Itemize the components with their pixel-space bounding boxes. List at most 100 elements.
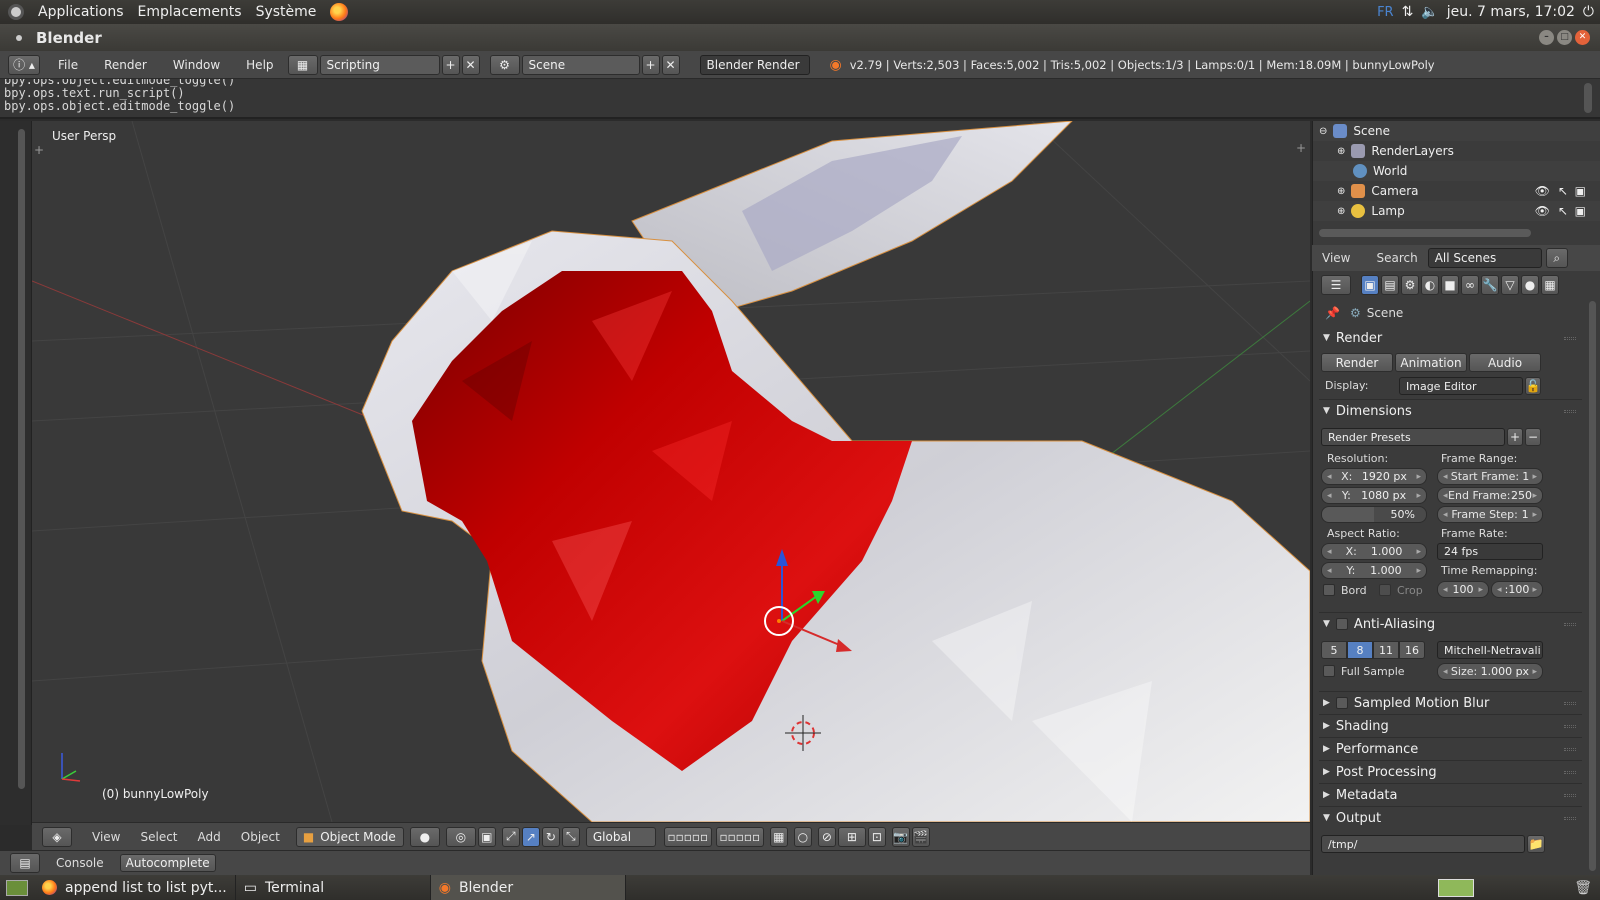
panel-grip-icon[interactable] bbox=[1564, 337, 1576, 340]
render-tab-icon[interactable]: ▣ bbox=[1361, 275, 1379, 295]
menu-help[interactable]: Help bbox=[246, 58, 273, 72]
lock-interface-icon[interactable]: 🔓 bbox=[1525, 377, 1541, 395]
editor-type-properties-icon[interactable]: ☰ bbox=[1321, 275, 1351, 295]
snap-element-icon[interactable]: ⊞ bbox=[837, 826, 866, 847]
editor-type-console-icon[interactable]: ▤ bbox=[10, 853, 40, 873]
outliner-item-renderlayers[interactable]: ⊕ RenderLayers bbox=[1313, 141, 1600, 161]
info-log[interactable]: bpy.ops.object.editmode_toggle() bpy.ops… bbox=[0, 79, 1600, 119]
aspect-y-field[interactable]: ◂ Y: 1.000 ▸ bbox=[1321, 562, 1427, 579]
texture-tab-icon[interactable]: ▦ bbox=[1541, 275, 1559, 295]
add-scene-button[interactable]: + bbox=[641, 54, 660, 75]
visibility-eye-icon[interactable]: 👁 bbox=[1535, 184, 1550, 198]
outliner-item-camera[interactable]: ⊕ Camera 👁 ↖ ▣ bbox=[1313, 181, 1600, 201]
renderable-icon[interactable]: ▣ bbox=[1575, 184, 1586, 198]
limit-selection-icon[interactable]: ▣ bbox=[477, 826, 496, 847]
panel-performance-header[interactable]: ▶ Performance bbox=[1313, 738, 1600, 760]
renderlayers-tab-icon[interactable]: ▤ bbox=[1381, 275, 1399, 295]
power-icon[interactable]: ⏻ bbox=[1583, 4, 1594, 20]
delete-screen-button[interactable]: ✕ bbox=[461, 54, 480, 75]
panel-render-header[interactable]: ▼ Render bbox=[1313, 327, 1600, 349]
viewport-canvas[interactable] bbox=[32, 121, 1310, 822]
panel-metadata-header[interactable]: ▶ Metadata bbox=[1313, 784, 1600, 806]
keyboard-layout[interactable]: FR bbox=[1377, 5, 1394, 20]
properties-scrollbar[interactable] bbox=[1589, 301, 1596, 871]
show-desktop-icon[interactable] bbox=[6, 879, 28, 896]
panel-dimensions-header[interactable]: ▼ Dimensions bbox=[1313, 400, 1600, 422]
constraints-tab-icon[interactable]: ∞ bbox=[1461, 275, 1479, 295]
time-remap-new-field[interactable]: ◂:100 ▸ bbox=[1491, 581, 1543, 598]
outliner-item-lamp[interactable]: ⊕ Lamp 👁 ↖ ▣ bbox=[1313, 201, 1600, 221]
firefox-launcher-icon[interactable] bbox=[330, 3, 349, 21]
outliner-menu-search[interactable]: Search bbox=[1376, 251, 1417, 265]
menu-file[interactable]: File bbox=[58, 58, 78, 72]
expand-icon[interactable]: ⊕ bbox=[1337, 146, 1345, 157]
mode-select[interactable]: ■ Object Mode bbox=[295, 826, 404, 847]
vp-menu-add[interactable]: Add bbox=[198, 830, 221, 844]
outliner-item-world[interactable]: World bbox=[1313, 161, 1600, 181]
frame-step-field[interactable]: ◂ Frame Step: 1 ▸ bbox=[1437, 506, 1543, 523]
data-tab-icon[interactable]: ▽ bbox=[1501, 275, 1519, 295]
time-remap-old-field[interactable]: ◂ 100 ▸ bbox=[1437, 581, 1489, 598]
snap-toggle-icon[interactable]: ⊘ bbox=[817, 826, 836, 847]
select-arrow-icon[interactable]: ↖ bbox=[1558, 184, 1568, 198]
layers-group-2[interactable]: ▫▫▫▫▫ bbox=[715, 826, 764, 847]
panel-grip-icon[interactable] bbox=[1564, 702, 1576, 705]
close-button[interactable]: ✕ bbox=[1575, 30, 1590, 45]
scene-field[interactable]: Scene bbox=[521, 54, 640, 75]
object-tab-icon[interactable]: ■ bbox=[1441, 275, 1459, 295]
rotate-manipulator-icon[interactable]: ↻ bbox=[541, 826, 560, 847]
vp-menu-object[interactable]: Object bbox=[241, 830, 280, 844]
maximize-button[interactable]: □ bbox=[1557, 30, 1572, 45]
render-anim-icon[interactable]: 🎬 bbox=[911, 826, 930, 847]
trash-icon[interactable]: 🗑 bbox=[1574, 880, 1592, 896]
panel-output-header[interactable]: ▼ Output bbox=[1313, 807, 1600, 829]
delete-scene-button[interactable]: ✕ bbox=[661, 54, 680, 75]
workspace-switcher[interactable] bbox=[1438, 878, 1474, 897]
outliner-menu-view[interactable]: View bbox=[1322, 251, 1350, 265]
select-arrow-icon[interactable]: ↖ bbox=[1558, 204, 1568, 218]
start-frame-field[interactable]: ◂ Start Frame: 1 ▸ bbox=[1437, 468, 1543, 485]
outliner-hscrollbar[interactable] bbox=[1319, 229, 1531, 237]
end-frame-field[interactable]: ◂ End Frame: 250 ▸ bbox=[1437, 487, 1543, 504]
motion-blur-checkbox[interactable] bbox=[1335, 697, 1348, 709]
aa-filter-select[interactable]: Mitchell-Netravali bbox=[1437, 641, 1543, 659]
output-path-field[interactable]: /tmp/ bbox=[1321, 835, 1525, 853]
manipulator-toggle-icon[interactable]: ⤢ bbox=[501, 826, 520, 847]
modifiers-tab-icon[interactable]: 🔧 bbox=[1481, 275, 1499, 295]
resolution-y-field[interactable]: ◂ Y: 1080 px ▸ bbox=[1321, 487, 1427, 504]
pivot-point-select[interactable]: ◎ bbox=[445, 826, 476, 847]
panel-grip-icon[interactable] bbox=[1564, 794, 1576, 797]
editor-type-3dview-icon[interactable]: ◈ bbox=[42, 826, 72, 847]
add-screen-button[interactable]: + bbox=[441, 54, 460, 75]
aa-sample-16-button[interactable]: 16 bbox=[1399, 641, 1425, 659]
frame-rate-select[interactable]: 24 fps bbox=[1437, 543, 1543, 560]
crop-checkbox[interactable] bbox=[1379, 584, 1391, 596]
volume-icon[interactable]: 🔈 bbox=[1421, 4, 1438, 20]
os-logo-icon[interactable] bbox=[8, 4, 24, 20]
panel-shading-header[interactable]: ▶ Shading bbox=[1313, 715, 1600, 737]
visibility-eye-icon[interactable]: 👁 bbox=[1535, 204, 1550, 218]
os-menu-places[interactable]: Emplacements bbox=[138, 4, 242, 20]
render-button[interactable]: Render bbox=[1321, 353, 1393, 372]
viewport-shading-select[interactable]: ● bbox=[409, 826, 440, 847]
menu-render[interactable]: Render bbox=[104, 58, 147, 72]
material-tab-icon[interactable]: ● bbox=[1521, 275, 1539, 295]
expand-icon[interactable]: ⊕ bbox=[1337, 206, 1345, 217]
aa-sample-8-button[interactable]: 8 bbox=[1347, 641, 1373, 659]
outliner-display-mode-select[interactable]: All Scenes bbox=[1427, 248, 1542, 268]
panel-grip-icon[interactable] bbox=[1564, 771, 1576, 774]
resolution-percentage-slider[interactable]: 50% bbox=[1321, 506, 1427, 523]
full-sample-checkbox[interactable] bbox=[1323, 665, 1335, 677]
renderable-icon[interactable]: ▣ bbox=[1575, 204, 1586, 218]
panel-grip-icon[interactable] bbox=[1564, 725, 1576, 728]
render-engine-select[interactable]: Blender Render bbox=[699, 54, 810, 75]
render-still-icon[interactable]: 📷 bbox=[891, 826, 910, 847]
collapse-icon[interactable]: ⊖ bbox=[1319, 126, 1327, 137]
clock[interactable]: jeu. 7 mars, 17:02 bbox=[1447, 4, 1575, 20]
snap-target-icon[interactable]: ⊡ bbox=[867, 826, 886, 847]
animation-button[interactable]: Animation bbox=[1395, 353, 1467, 372]
panel-grip-icon[interactable] bbox=[1564, 817, 1576, 820]
add-preset-button[interactable]: + bbox=[1507, 428, 1523, 446]
network-icon[interactable]: ⇅ bbox=[1402, 4, 1414, 20]
screen-layout-field[interactable]: Scripting bbox=[319, 54, 440, 75]
